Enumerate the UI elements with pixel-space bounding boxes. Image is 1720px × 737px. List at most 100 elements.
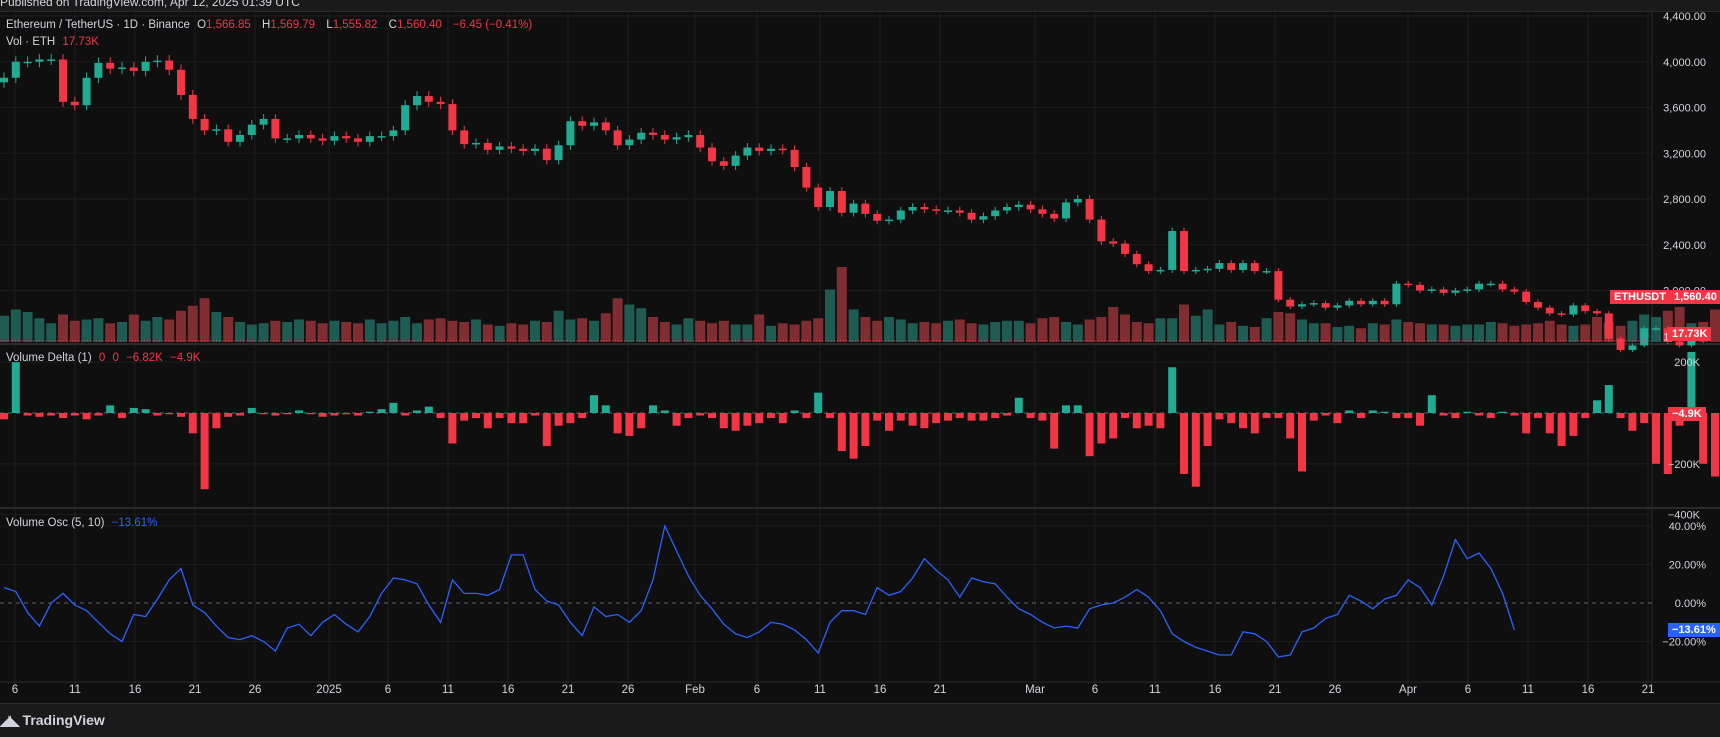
delta-bar xyxy=(554,413,563,426)
delta-bar xyxy=(849,413,858,459)
candle-body xyxy=(967,212,976,220)
candle-body xyxy=(118,67,126,69)
delta-bar xyxy=(778,413,787,424)
delta-tag: −4.9K xyxy=(1668,407,1706,421)
candle-body xyxy=(70,101,79,106)
delta-bar xyxy=(94,413,103,416)
symbol-title[interactable]: Ethereum / TetherUS · 1D · Binance xyxy=(6,19,190,31)
candle-body xyxy=(1486,283,1495,286)
volume-bar xyxy=(1226,322,1237,342)
candle-body xyxy=(1321,303,1330,308)
delta-bar xyxy=(566,413,575,424)
volume-bar xyxy=(93,318,104,342)
candle-body xyxy=(212,129,221,131)
tradingview-brand[interactable]: ◢◣ TradingView xyxy=(0,712,105,729)
volume-bar xyxy=(1320,323,1331,342)
candle-body xyxy=(0,77,8,83)
tradingview-logo-icon: ◢◣ xyxy=(0,712,19,728)
volume-bar xyxy=(1308,323,1319,342)
candle-body xyxy=(259,118,268,125)
candle-body xyxy=(731,155,740,166)
volume-bar xyxy=(282,322,293,342)
volume-bar xyxy=(1084,319,1095,342)
delta-bar xyxy=(23,413,32,416)
delta-bar xyxy=(861,413,870,447)
candle-body xyxy=(1604,313,1613,339)
delta-bar xyxy=(696,413,705,416)
volume-bar xyxy=(966,323,977,342)
delta-bar xyxy=(578,413,587,419)
volume-bar xyxy=(695,320,706,342)
candle-body xyxy=(590,122,598,126)
candle-body xyxy=(1368,300,1377,305)
volume-bar xyxy=(412,323,422,342)
osc-tick-label: 20.00% xyxy=(1669,560,1707,572)
candle-body xyxy=(979,216,988,220)
volume-bar xyxy=(577,318,588,342)
delta-bar xyxy=(649,405,657,413)
volume-bar xyxy=(494,325,505,342)
delta-bar xyxy=(1711,413,1719,477)
delta-bar xyxy=(1368,410,1377,413)
x-tick-label: 21 xyxy=(934,684,947,696)
volume-bar xyxy=(0,315,9,342)
price-tick-label: 2,400.00 xyxy=(1663,240,1706,252)
candle-body xyxy=(247,124,256,135)
delta-bar xyxy=(1026,413,1035,419)
delta-bar xyxy=(1333,413,1342,424)
delta-bar xyxy=(955,413,964,419)
delta-bar xyxy=(873,413,882,421)
candle-body xyxy=(708,147,716,162)
volume-label[interactable]: Vol · ETH xyxy=(6,36,55,48)
delta-bar xyxy=(814,392,823,413)
delta-bar xyxy=(1132,413,1141,429)
delta-bar xyxy=(885,413,893,431)
delta-bar xyxy=(1309,413,1318,421)
delta-bar xyxy=(1085,413,1094,457)
x-tick-label: 16 xyxy=(874,684,887,696)
candle-body xyxy=(23,61,32,64)
osc-label[interactable]: Volume Osc (5, 10) xyxy=(6,517,104,529)
delta-label[interactable]: Volume Delta (1) xyxy=(6,352,92,364)
delta-bar xyxy=(460,413,469,421)
candle-body xyxy=(566,121,575,146)
delta-bar xyxy=(153,413,162,416)
candle-body xyxy=(1274,271,1283,300)
delta-bar xyxy=(1038,413,1047,421)
volume-bar xyxy=(1072,324,1083,342)
delta-bar xyxy=(1593,400,1601,413)
volume-bar xyxy=(1497,323,1508,342)
volume-bar xyxy=(1190,315,1201,342)
delta-bar xyxy=(767,413,775,419)
candle-body xyxy=(1038,209,1047,214)
volume-bar xyxy=(211,312,222,342)
volume-bar xyxy=(1450,325,1461,342)
x-tick-label: 21 xyxy=(1269,684,1282,696)
volume-bar xyxy=(128,314,139,342)
candle-body xyxy=(1333,305,1342,308)
volume-bar xyxy=(683,318,694,342)
delta-bar xyxy=(47,413,56,416)
candle-body xyxy=(1250,263,1259,272)
delta-bar xyxy=(365,411,374,413)
x-tick-label: Feb xyxy=(685,684,705,696)
volume-bar xyxy=(1332,327,1343,342)
candle-body xyxy=(1014,204,1023,208)
candle-body xyxy=(413,96,421,106)
chart-canvas[interactable]: 6 11 16 21 26 2025 6 11 16 21 26 Feb 6 11 16 21 Mar 6 11 16… xyxy=(0,0,1720,703)
delta-v4: −4.9K xyxy=(170,352,201,364)
candle-body xyxy=(920,207,929,210)
volume-bar xyxy=(270,320,281,342)
delta-bar xyxy=(1062,405,1070,413)
delta-bar xyxy=(401,413,410,416)
delta-bar xyxy=(1475,413,1483,416)
volume-bar xyxy=(376,323,387,342)
main-legend: Ethereum / TetherUS · 1D · Binance O1,56… xyxy=(6,19,536,31)
delta-bar xyxy=(1557,413,1566,447)
volume-bar xyxy=(919,322,930,342)
volume-bar xyxy=(1403,322,1414,342)
delta-bar xyxy=(1156,413,1165,429)
x-tick-label: 11 xyxy=(69,684,81,696)
volume-bar xyxy=(978,324,989,342)
volume-bar xyxy=(117,322,127,342)
